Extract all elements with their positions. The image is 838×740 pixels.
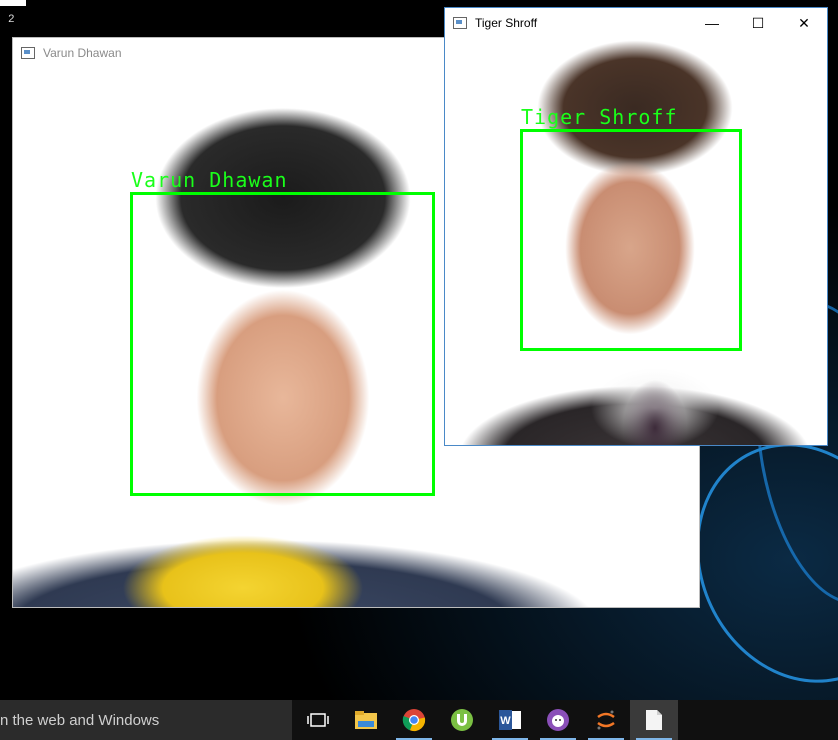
document-button[interactable] — [630, 700, 678, 740]
search-text: n the web and Windows — [0, 711, 160, 729]
svg-text:W: W — [500, 715, 511, 727]
face-detection-box — [130, 192, 435, 496]
file-explorer-button[interactable] — [342, 700, 390, 740]
utorrent-button[interactable] — [438, 700, 486, 740]
word-icon: W — [499, 710, 521, 730]
face-name-label: Tiger Shroff — [521, 105, 678, 129]
window-title: Tiger Shroff — [475, 16, 538, 30]
word-button[interactable]: W — [486, 700, 534, 740]
anaconda-icon — [547, 709, 569, 731]
window-app-icon — [21, 47, 35, 59]
console-window-fragment — [0, 0, 26, 6]
jupyter-button[interactable] — [582, 700, 630, 740]
task-view-button[interactable] — [294, 700, 342, 740]
window-title: Varun Dhawan — [43, 46, 122, 60]
tiger-photo: Tiger Shroff — [445, 38, 827, 445]
face-name-label: Varun Dhawan — [131, 168, 288, 192]
file-explorer-icon — [355, 711, 377, 729]
task-view-icon — [307, 713, 329, 727]
tiger-shroff-window[interactable]: Tiger Shroff — ☐ ✕ Tiger Shroff — [444, 7, 828, 446]
jupyter-icon — [597, 710, 615, 730]
chrome-icon — [402, 709, 426, 732]
window-titlebar[interactable]: Tiger Shroff — ☐ ✕ — [445, 8, 827, 38]
window-app-icon — [453, 17, 467, 29]
chrome-button[interactable] — [390, 700, 438, 740]
maximize-button[interactable]: ☐ — [735, 8, 781, 38]
taskbar: n the web and Windows W — [0, 700, 838, 740]
minimize-button[interactable]: — — [689, 8, 735, 38]
console-text: 2 — [8, 14, 15, 26]
blank-document-icon — [646, 710, 662, 730]
face-detection-box — [520, 129, 742, 351]
utorrent-icon — [451, 709, 473, 731]
close-button[interactable]: ✕ — [781, 8, 827, 38]
anaconda-button[interactable] — [534, 700, 582, 740]
cortana-search-box[interactable]: n the web and Windows — [0, 700, 292, 740]
